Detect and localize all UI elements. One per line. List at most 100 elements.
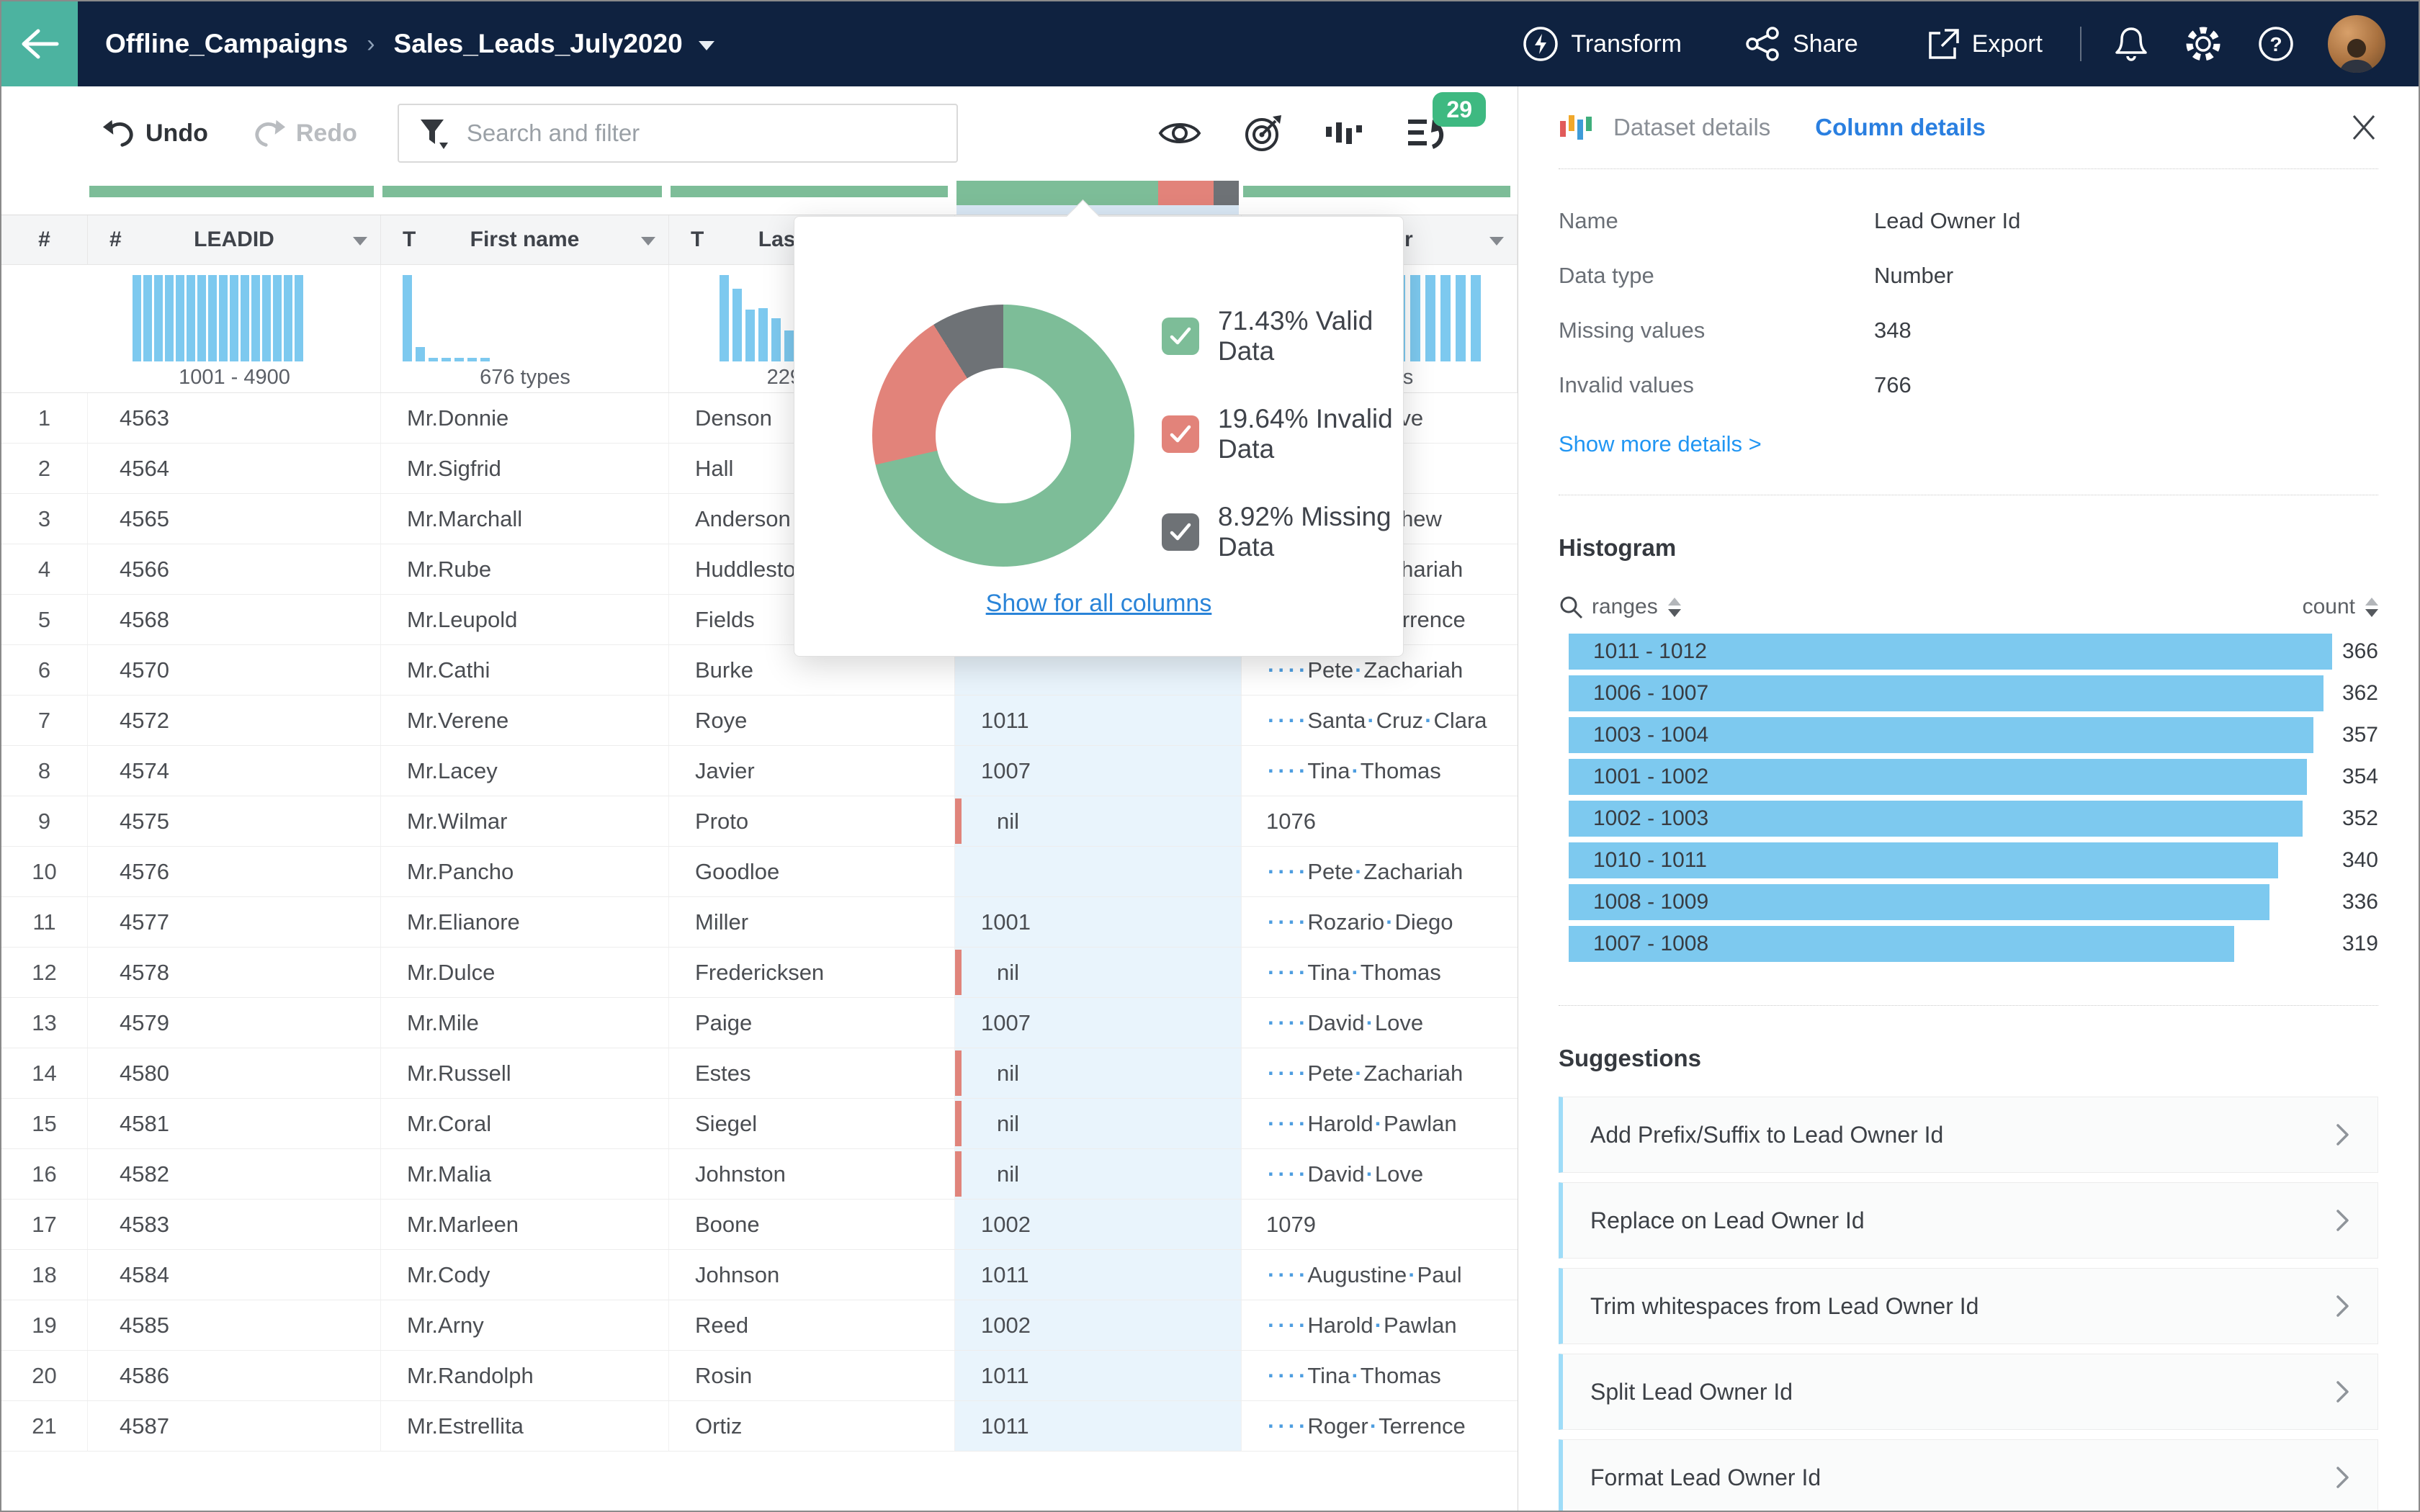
cell-owner[interactable]: ····David·Love <box>1242 998 1518 1048</box>
cell-leadid[interactable]: 4587 <box>88 1401 381 1451</box>
cell-first_name[interactable]: Mr.Rube <box>381 544 669 594</box>
share-button[interactable]: Share <box>1745 26 1858 62</box>
cell-lead-owner-id[interactable]: nil <box>955 1149 1242 1199</box>
cell-owner[interactable]: ····Santa·Cruz·Clara <box>1242 696 1518 745</box>
column-menu-caret-icon[interactable] <box>353 237 367 246</box>
cell-owner[interactable]: ····Tina·Thomas <box>1242 1351 1518 1400</box>
cell-owner[interactable]: ····Rozario·Diego <box>1242 897 1518 947</box>
undo-button[interactable]: Undo <box>102 117 208 150</box>
ranges-column-header[interactable]: ranges <box>1592 595 1658 619</box>
cell-first_name[interactable]: Mr.Dulce <box>381 948 669 997</box>
cell-lead-owner-id[interactable]: 1001 <box>955 897 1242 947</box>
cell-lead-owner-id[interactable]: nil <box>955 948 1242 997</box>
cell-lead-owner-id[interactable] <box>955 847 1242 896</box>
cell-lead-owner-id[interactable]: 1011 <box>955 1351 1242 1400</box>
cell-leadid[interactable]: 4584 <box>88 1250 381 1300</box>
cell-owner[interactable]: ····David·Love <box>1242 1149 1518 1199</box>
cell-last_name[interactable]: Miller <box>669 897 955 947</box>
transform-button[interactable]: Transform <box>1522 25 1682 63</box>
cell-first_name[interactable]: Mr.Lacey <box>381 746 669 796</box>
histogram-row[interactable]: 1003 - 1004357 <box>1569 717 2378 759</box>
missing-checkbox[interactable] <box>1162 513 1199 551</box>
cell-leadid[interactable]: 4578 <box>88 948 381 997</box>
cell-first_name[interactable]: Mr.Mile <box>381 998 669 1048</box>
cell-lead-owner-id[interactable]: 1002 <box>955 1200 1242 1249</box>
cell-last_name[interactable]: Johnson <box>669 1250 955 1300</box>
mini-histogram-first_name[interactable] <box>403 274 490 361</box>
show-more-details-link[interactable]: Show more details > <box>1559 431 1762 457</box>
cell-leadid[interactable]: 4581 <box>88 1099 381 1148</box>
cell-leadid[interactable]: 4576 <box>88 847 381 896</box>
breadcrumb-current[interactable]: Sales_Leads_July2020 <box>394 29 683 59</box>
target-button[interactable] <box>1244 114 1283 153</box>
suggestion-card[interactable]: Trim whitespaces from Lead Owner Id <box>1559 1268 2378 1344</box>
cell-last_name[interactable]: Johnston <box>669 1149 955 1199</box>
cell-last_name[interactable]: Siegel <box>669 1099 955 1148</box>
cell-leadid[interactable]: 4563 <box>88 393 381 443</box>
cell-leadid[interactable]: 4580 <box>88 1048 381 1098</box>
cell-first_name[interactable]: Mr.Coral <box>381 1099 669 1148</box>
cell-first_name[interactable]: Mr.Malia <box>381 1149 669 1199</box>
quality-bar-owner[interactable] <box>1243 186 1510 197</box>
cell-leadid[interactable]: 4582 <box>88 1149 381 1199</box>
quality-bar-lead_owner_id[interactable] <box>956 181 1239 205</box>
suggestion-card[interactable]: Add Prefix/Suffix to Lead Owner Id <box>1559 1097 2378 1173</box>
cell-lead-owner-id[interactable]: 1007 <box>955 998 1242 1048</box>
column-header-leadid[interactable]: #LEADID <box>88 215 381 264</box>
cell-first_name[interactable]: Mr.Pancho <box>381 847 669 896</box>
search-input[interactable] <box>465 119 900 148</box>
cell-first_name[interactable]: Mr.Russell <box>381 1048 669 1098</box>
histogram-row[interactable]: 1011 - 1012366 <box>1569 634 2378 675</box>
settings-button[interactable] <box>2184 24 2223 63</box>
cell-lead-owner-id[interactable]: 1011 <box>955 1401 1242 1451</box>
cell-first_name[interactable]: Mr.Cody <box>381 1250 669 1300</box>
histogram-row[interactable]: 1010 - 1011340 <box>1569 842 2378 884</box>
cell-first_name[interactable]: Mr.Verene <box>381 696 669 745</box>
cell-owner[interactable]: ····Roger·Terrence <box>1242 1401 1518 1451</box>
cell-lead-owner-id[interactable]: 1011 <box>955 1250 1242 1300</box>
column-header-first_name[interactable]: TFirst name <box>381 215 669 264</box>
cell-lead-owner-id[interactable]: 1011 <box>955 696 1242 745</box>
suggestion-card[interactable]: Format Lead Owner Id <box>1559 1439 2378 1512</box>
histogram-row[interactable]: 1002 - 1003352 <box>1569 801 2378 842</box>
cell-leadid[interactable]: 4568 <box>88 595 381 644</box>
cell-owner[interactable]: ····Tina·Thomas <box>1242 746 1518 796</box>
cell-first_name[interactable]: Mr.Sigfrid <box>381 444 669 493</box>
histogram-row[interactable]: 1008 - 1009336 <box>1569 884 2378 926</box>
cell-leadid[interactable]: 4577 <box>88 897 381 947</box>
column-stats-button[interactable] <box>1325 117 1365 150</box>
cell-last_name[interactable]: Reed <box>669 1300 955 1350</box>
export-button[interactable]: Export <box>1924 26 2043 62</box>
cell-owner[interactable]: ····Harold·Pawlan <box>1242 1099 1518 1148</box>
cell-first_name[interactable]: Mr.Elianore <box>381 897 669 947</box>
histogram-row[interactable]: 1001 - 1002354 <box>1569 759 2378 801</box>
cell-owner[interactable]: ····Augustine·Paul <box>1242 1250 1518 1300</box>
cell-first_name[interactable]: Mr.Randolph <box>381 1351 669 1400</box>
cell-leadid[interactable]: 4565 <box>88 494 381 544</box>
count-sort-icon[interactable] <box>2365 598 2378 617</box>
histogram-row[interactable]: 1007 - 1008319 <box>1569 926 2378 968</box>
cell-leadid[interactable]: 4586 <box>88 1351 381 1400</box>
cell-last_name[interactable]: Boone <box>669 1200 955 1249</box>
cell-leadid[interactable]: 4564 <box>88 444 381 493</box>
dataset-menu-caret-icon[interactable] <box>699 41 714 50</box>
notifications-button[interactable] <box>2113 24 2149 63</box>
cell-last_name[interactable]: Fredericksen <box>669 948 955 997</box>
cell-owner[interactable]: ····Tina·Thomas <box>1242 948 1518 997</box>
count-column-header[interactable]: count <box>2303 595 2355 619</box>
cell-lead-owner-id[interactable]: nil <box>955 1099 1242 1148</box>
breadcrumb-parent[interactable]: Offline_Campaigns <box>105 29 348 59</box>
suggestion-card[interactable]: Split Lead Owner Id <box>1559 1354 2378 1430</box>
cell-lead-owner-id[interactable]: 1002 <box>955 1300 1242 1350</box>
avatar[interactable] <box>2328 15 2385 73</box>
cell-leadid[interactable]: 4575 <box>88 796 381 846</box>
cell-first_name[interactable]: Mr.Cathi <box>381 645 669 695</box>
cell-first_name[interactable]: Mr.Arny <box>381 1300 669 1350</box>
suggestion-card[interactable]: Replace on Lead Owner Id <box>1559 1182 2378 1259</box>
quality-bar-first_name[interactable] <box>382 186 662 197</box>
quality-bar-leadid[interactable] <box>89 186 374 197</box>
invalid-checkbox[interactable] <box>1162 415 1199 453</box>
tab-dataset-details[interactable]: Dataset details <box>1613 114 1770 141</box>
cell-leadid[interactable]: 4570 <box>88 645 381 695</box>
cell-owner[interactable]: 1079 <box>1242 1200 1518 1249</box>
